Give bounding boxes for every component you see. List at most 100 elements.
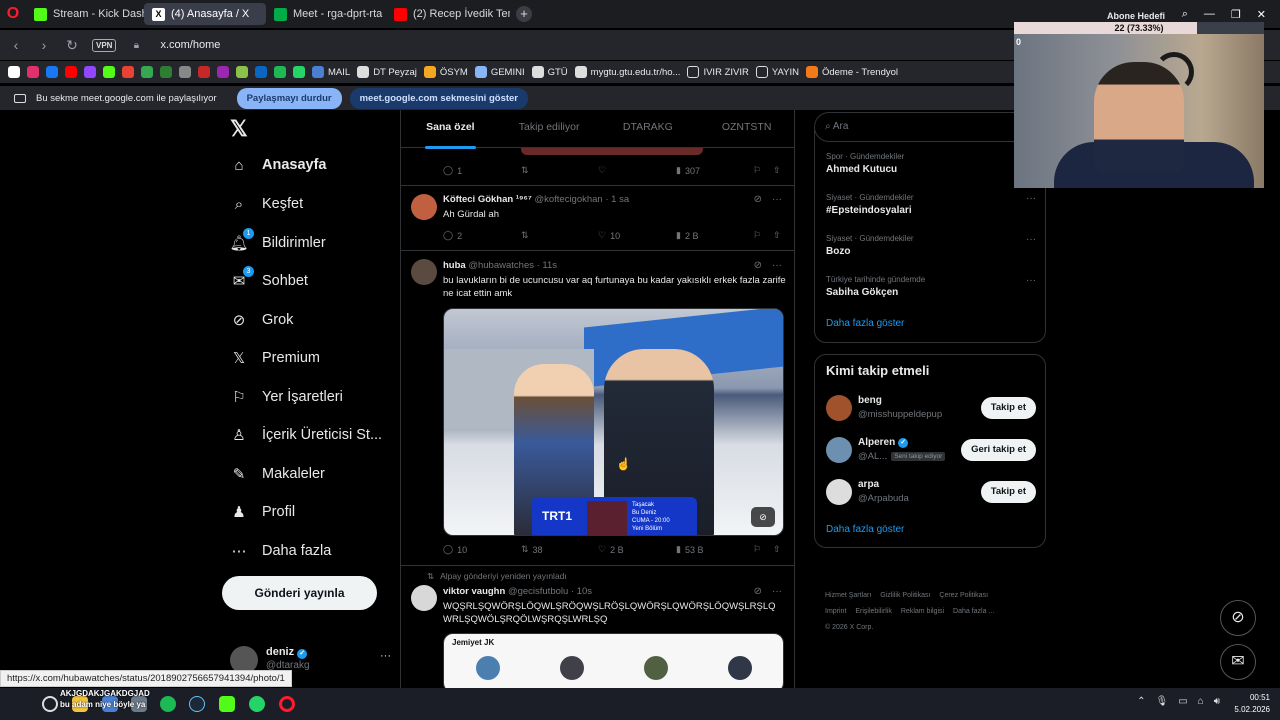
network-icon[interactable]: ⌂ — [1198, 696, 1204, 707]
footer-link[interactable]: Daha fazla ... — [953, 608, 994, 615]
spotify-bookmark-icon[interactable] — [274, 66, 286, 78]
whatsapp-icon[interactable] — [249, 696, 265, 712]
nav-articles[interactable]: ✎ Makaleler — [230, 465, 325, 483]
twitch-icon[interactable] — [84, 66, 96, 78]
nav-explore[interactable]: ⌕ Keşfet — [230, 195, 303, 213]
nav-messages[interactable]: ✉︎ 3 Sohbet — [230, 266, 308, 290]
bookmark-tweet-button[interactable]: ⚐ — [753, 165, 761, 176]
more-icon[interactable]: ··· — [772, 586, 782, 597]
avatar[interactable] — [411, 259, 437, 285]
tab-for-you[interactable]: Sana özel — [401, 110, 500, 149]
maximize-icon[interactable]: ❐ — [1231, 8, 1241, 21]
tweet-photo[interactable]: TRT1 Taşacak Bu Deniz CUMA - 20:00 Yeni … — [443, 308, 784, 536]
spotify-icon[interactable] — [160, 696, 176, 712]
chevron-up-icon[interactable]: ⌃ — [1137, 696, 1145, 707]
trend-more-icon[interactable]: ··· — [1026, 234, 1036, 245]
forward-icon[interactable]: › — [36, 37, 52, 53]
like-button[interactable]: ♡ 2 B — [598, 544, 624, 555]
opera-taskbar-icon[interactable] — [279, 696, 295, 712]
nav-notifications[interactable]: 🔔︎ 1 Bildirimler — [229, 228, 326, 252]
nav-creator-studio[interactable]: ♙ İçerik Üreticisi St... — [230, 426, 382, 444]
green-icon[interactable] — [236, 66, 248, 78]
views-button[interactable]: ▮ 2 B — [676, 230, 698, 241]
bookmark-trendyol[interactable]: Ödeme - Trendyol — [805, 66, 898, 78]
grok-float-button[interactable]: ⊘ — [1220, 600, 1256, 636]
tweet-time[interactable]: · 10s — [571, 586, 592, 597]
nav-home[interactable]: ⌂ Anasayfa — [230, 156, 326, 174]
bookmark-gtu[interactable]: GTÜ — [531, 66, 568, 78]
x-bookmark-icon[interactable] — [8, 66, 20, 78]
like-button[interactable]: ♡ 10 — [598, 230, 620, 241]
share-tweet-button[interactable]: ⇧ — [773, 230, 781, 241]
tweet-author-name[interactable]: viktor vaughn — [443, 586, 505, 597]
views-button[interactable]: ▮ 307 — [676, 165, 700, 176]
avatar[interactable] — [826, 395, 852, 421]
trend-item[interactable]: Siyaset · Gündemdekiler Bozo ··· — [826, 234, 1036, 257]
retweet-button[interactable]: ⇅ — [521, 230, 533, 241]
close-icon[interactable]: ✕ — [1257, 8, 1266, 21]
nav-more[interactable]: ⋯ Daha fazla — [230, 542, 332, 560]
follow-button[interactable]: Takip et — [980, 397, 1036, 419]
bookmark-mail[interactable]: MAIL — [312, 66, 350, 78]
trend-item[interactable]: Türkiye tarihinde gündemde Sabiha Gökçen… — [826, 275, 1036, 298]
bookmark-tweet-button[interactable]: ⚐ — [753, 544, 761, 555]
reply-button[interactable]: ◯ 1 — [443, 165, 462, 176]
tweet-time[interactable]: · 1 sa — [605, 194, 629, 205]
tweet-author-handle[interactable]: @gecisfutbolu — [508, 586, 568, 597]
footer-link[interactable]: Hizmet Şartları — [825, 592, 871, 599]
whatsapp-bookmark-icon[interactable] — [293, 66, 305, 78]
tab-x-home[interactable]: X (4) Anasayfa / X — [144, 3, 266, 25]
post-button[interactable]: Gönderi yayınla — [222, 576, 377, 610]
like-button[interactable]: ♡ — [598, 165, 606, 176]
youtube-bookmark-icon[interactable] — [65, 66, 77, 78]
red-icon[interactable] — [198, 66, 210, 78]
follow-suggestion[interactable]: arpa @Arpabuda Takip et — [826, 477, 1036, 507]
footer-link[interactable]: Reklam bilgisi — [901, 608, 944, 615]
retweet-note-text[interactable]: Alpay gönderiyi yeniden yayınladı — [440, 571, 567, 582]
trend-more-icon[interactable]: ··· — [1026, 275, 1036, 286]
more-icon[interactable]: ··· — [772, 194, 782, 205]
share-tweet-button[interactable]: ⇧ — [773, 544, 781, 555]
instagram-icon[interactable] — [27, 66, 39, 78]
tab-following[interactable]: Takip ediliyor — [500, 110, 599, 147]
footer-link[interactable]: Imprint — [825, 608, 846, 615]
account-more-icon[interactable]: ··· — [380, 650, 391, 662]
tweet-time[interactable]: · 11s — [537, 260, 557, 271]
avatar[interactable] — [411, 585, 437, 611]
tweet-card-image[interactable]: Jemiyet JK — [443, 633, 784, 688]
reply-button[interactable]: ◯ 2 — [443, 230, 462, 241]
clock[interactable]: 00:51 5.02.2026 — [1234, 692, 1270, 716]
search-input[interactable]: ⌕ Ara — [814, 112, 1046, 142]
back-icon[interactable]: ‹ — [8, 37, 24, 53]
minimize-icon[interactable]: — — [1204, 8, 1215, 20]
tab-meet[interactable]: Meet - rga-dprt-rta — [266, 3, 386, 25]
kick-bookmark-icon[interactable] — [103, 66, 115, 78]
follow-button[interactable]: Takip et — [980, 481, 1036, 503]
bookmark-mygtu[interactable]: mygtu.gtu.edu.tr/ho... — [574, 66, 680, 78]
show-meet-tab-button[interactable]: meet.google.com sekmesini göster — [349, 87, 528, 109]
trend-item[interactable]: Siyaset · Gündemdekiler #Epsteindosyalar… — [826, 193, 1036, 216]
reload-icon[interactable]: ↻ — [64, 37, 80, 54]
nav-bookmarks[interactable]: ⚐ Yer İşaretleri — [230, 388, 343, 406]
bookmark-osym[interactable]: ÖSYM — [423, 66, 468, 78]
nav-grok[interactable]: ⊘ Grok — [230, 311, 294, 329]
dollar-icon[interactable] — [160, 66, 172, 78]
tab-list-ozntstn[interactable]: OZNTSTN — [697, 110, 794, 147]
bookmark-dt-peyzaj[interactable]: DT Peyzaj — [357, 66, 417, 78]
tab-list-dtarakg[interactable]: DTARAKG — [599, 110, 698, 147]
x-logo-icon[interactable]: 𝕏 — [230, 116, 248, 142]
facebook-icon[interactable] — [46, 66, 58, 78]
views-button[interactable]: ▮ 53 B — [676, 544, 703, 555]
more-icon[interactable]: ··· — [772, 260, 782, 271]
search-icon[interactable] — [42, 696, 58, 712]
vpn-badge[interactable]: VPN — [92, 38, 117, 52]
new-tab-button[interactable]: + — [516, 6, 532, 22]
stop-sharing-button[interactable]: Paylaşmayı durdur — [236, 87, 342, 109]
messages-float-button[interactable]: ✉︎ — [1220, 644, 1256, 680]
display-icon[interactable]: ▭ — [1178, 696, 1187, 707]
tweet-author-name[interactable]: Köfteci Gökhan ¹⁹⁶⁷ — [443, 194, 532, 205]
trend-item[interactable]: Spor · Gündemdekiler Ahmed Kutucu — [826, 152, 1036, 175]
retweet-button[interactable]: ⇅ — [521, 165, 529, 176]
bookmark-tweet-button[interactable]: ⚐ — [753, 230, 761, 241]
footer-link[interactable]: Çerez Politikası — [939, 592, 988, 599]
